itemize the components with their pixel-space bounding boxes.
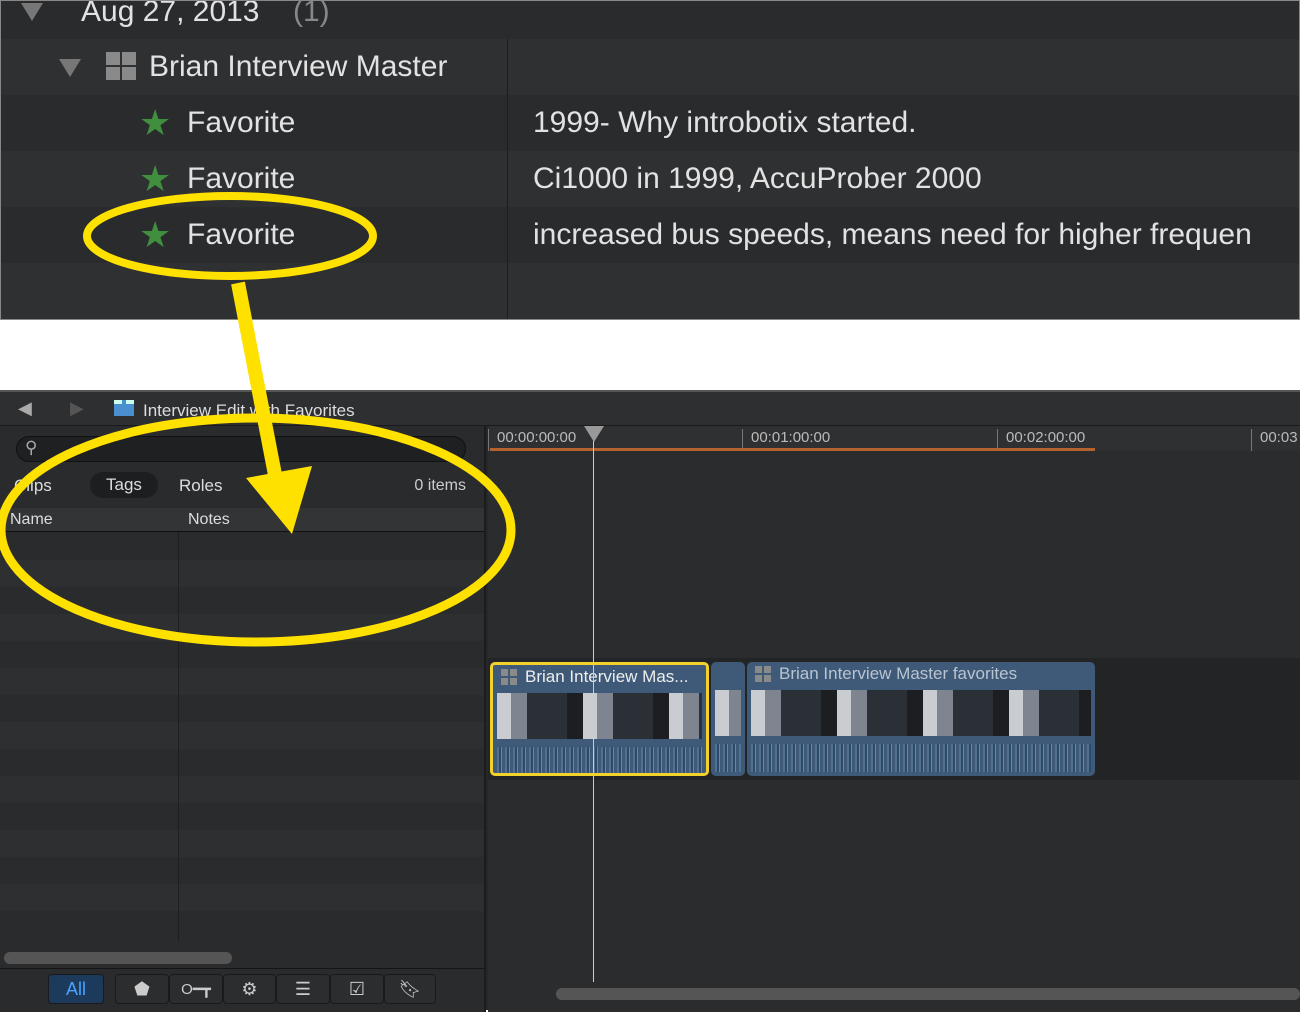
gear-icon[interactable]: ⚙ (223, 974, 276, 1004)
clip-row[interactable]: Brian Interview Master (1, 39, 1299, 95)
clip-name: Brian Interview Master (149, 50, 448, 83)
search-input[interactable]: ⚲ (16, 436, 466, 462)
marker-icon[interactable]: ⬟ (115, 974, 169, 1004)
todo-icon[interactable]: ☑ (330, 974, 384, 1004)
favorite-star-icon: ★ (139, 102, 172, 143)
disclosure-triangle-icon[interactable] (21, 3, 43, 21)
column-header: Name Notes (0, 508, 484, 532)
date-group-row[interactable]: Aug 27, 2013 (1) (1, 0, 1299, 37)
empty-row (1, 263, 1299, 319)
tag-row[interactable]: ★ Favorite 1999- Why introbotix started. (1, 95, 1299, 151)
tag-label: Favorite (187, 106, 296, 139)
disclosure-triangle-icon[interactable] (59, 59, 81, 77)
timeline-clip[interactable]: Brian Interview Master favorites (747, 662, 1095, 776)
tag-row[interactable]: ★ Favorite Ci1000 in 1999, AccuProber 20… (1, 151, 1299, 207)
timeline-clip[interactable]: Brian Interview Mas... (490, 662, 709, 776)
audio-waveform (497, 747, 702, 773)
ruler-tick: 00:03 (1251, 429, 1298, 451)
timeline-clip[interactable] (711, 662, 745, 776)
column-notes[interactable]: Notes (188, 511, 230, 529)
tag-note: increased bus speeds, means need for hig… (533, 218, 1252, 251)
clip-title: Brian Interview Master favorites (779, 664, 1018, 683)
clip-icon (106, 52, 136, 80)
tag-note: 1999- Why introbotix started. (533, 106, 917, 139)
filter-all-button[interactable]: All (48, 974, 104, 1004)
horizontal-scrollbar[interactable] (4, 952, 232, 964)
back-button[interactable]: ◀ (18, 398, 32, 419)
video-filmstrip (497, 693, 702, 739)
timeline-ruler[interactable]: 00:00:00:00 00:01:00:00 00:02:00:00 00:0… (488, 426, 1300, 451)
playhead-handle[interactable] (584, 426, 604, 442)
tag-label: Favorite (187, 162, 296, 195)
chapter-icon[interactable]: 🔖︎ (384, 974, 436, 1004)
timeline-index: ⚲ Clips Tags Roles Clips 0 items Name No… (0, 426, 486, 1012)
timeline[interactable]: 00:00:00:00 00:01:00:00 00:02:00:00 00:0… (488, 426, 1300, 1012)
video-filmstrip (715, 690, 741, 736)
clip-icon (755, 666, 771, 682)
column-name[interactable]: Name (10, 511, 53, 529)
clip-title: Brian Interview Mas... (525, 667, 689, 686)
tab-roles[interactable]: Roles (179, 476, 222, 496)
fcp-window: ◀ ▶ Interview Edit with Favorites ⚲ Clip… (0, 390, 1300, 1012)
audio-waveform (715, 744, 741, 772)
date-label: Aug 27, 2013 (81, 0, 260, 28)
project-title: Interview Edit with Favorites (143, 401, 355, 420)
tag-label: Favorite (187, 218, 296, 251)
event-browser-list: Aug 27, 2013 (1) Brian Interview Master … (0, 0, 1300, 320)
item-count: 0 items (414, 477, 466, 494)
favorite-star-icon: ★ (139, 158, 172, 199)
tag-row[interactable]: ★ Favorite increased bus speeds, means n… (1, 207, 1299, 263)
timeline-scrollbar[interactable] (556, 988, 1300, 1000)
date-count: (1) (293, 0, 330, 28)
tab-tags[interactable]: Tags (90, 472, 158, 498)
tag-note: Ci1000 in 1999, AccuProber 2000 (533, 162, 982, 195)
playhead[interactable] (593, 426, 594, 982)
render-bar (490, 448, 1095, 451)
column-divider (178, 532, 179, 942)
audio-waveform (751, 744, 1091, 772)
video-filmstrip (751, 690, 1091, 736)
search-icon: ⚲ (25, 438, 38, 457)
column-divider (507, 39, 508, 319)
project-clapper-icon (114, 400, 134, 416)
list-icon[interactable]: ☰ (276, 974, 330, 1004)
keyword-icon[interactable]: O━┳ (169, 974, 223, 1004)
clip-icon (501, 669, 517, 685)
tab-clips-label[interactable]: Clips (14, 476, 52, 496)
forward-button[interactable]: ▶ (70, 398, 84, 419)
timeline-toolbar: ◀ ▶ Interview Edit with Favorites (0, 392, 1300, 426)
favorite-star-icon: ★ (139, 214, 172, 255)
